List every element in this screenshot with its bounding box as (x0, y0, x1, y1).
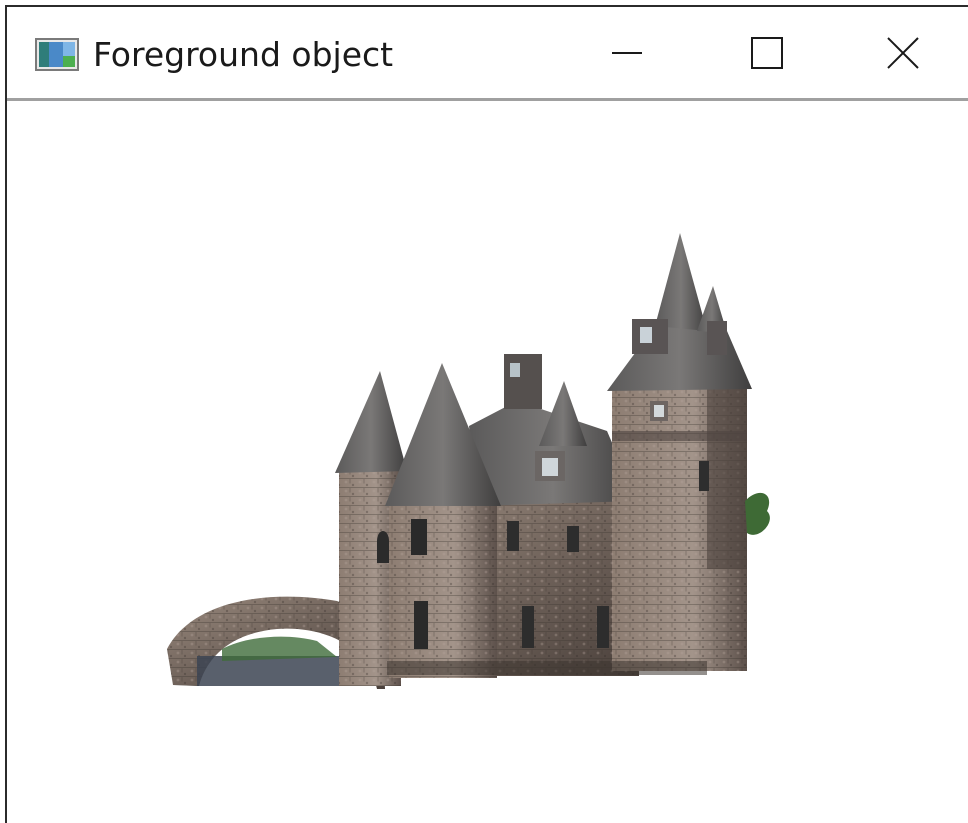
close-button[interactable] (837, 7, 968, 98)
maximize-button[interactable] (697, 7, 837, 98)
window-title: Foreground object (93, 35, 394, 74)
minimize-button[interactable] (557, 7, 697, 98)
app-window-icon (35, 38, 79, 71)
title-bar[interactable]: Foreground object (7, 7, 968, 101)
close-icon (886, 36, 919, 69)
image-canvas (7, 101, 968, 823)
maximize-icon (751, 36, 783, 69)
castle-foreground-image (167, 233, 770, 689)
minimize-icon (612, 51, 642, 54)
app-window: Foreground object (5, 5, 968, 823)
